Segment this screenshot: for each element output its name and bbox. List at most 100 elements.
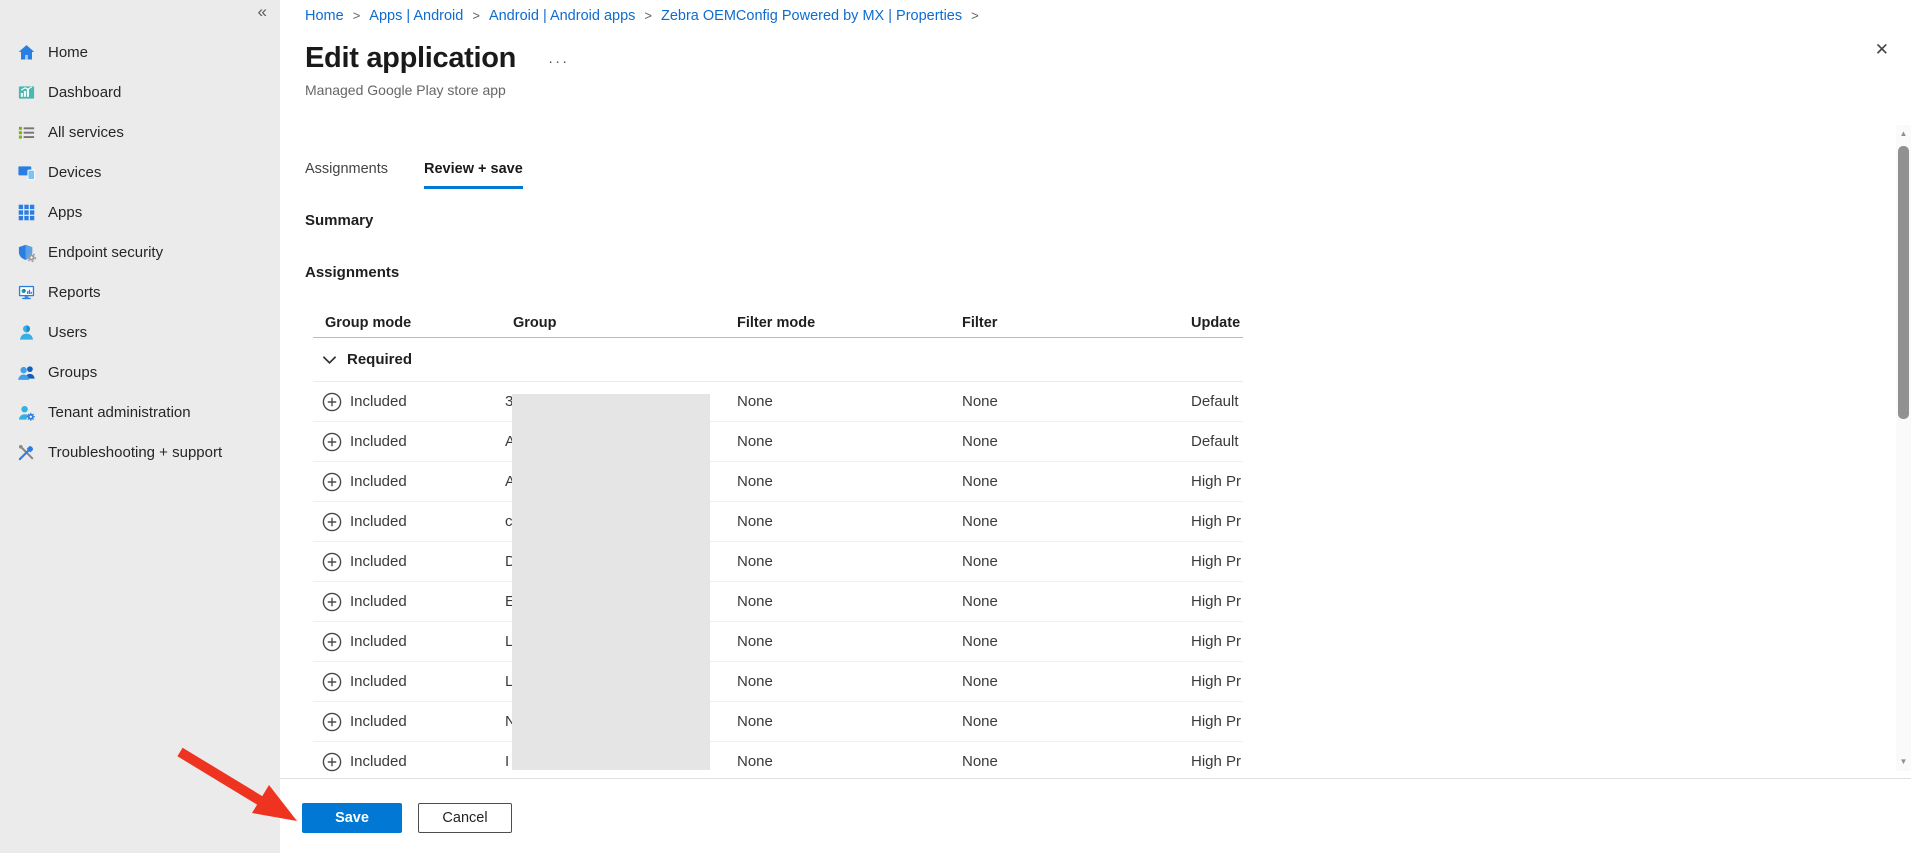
home-icon — [17, 43, 36, 62]
group-mode-value: Included — [350, 673, 407, 690]
table-row: IncludedANoneNoneDefault — [313, 422, 1243, 462]
update-cell: High Pr — [1191, 753, 1243, 770]
group-mode-cell: Included — [313, 472, 513, 492]
plus-circle-icon[interactable] — [322, 392, 342, 412]
group-mode-cell: Included — [313, 512, 513, 532]
sidebar-item-endpoint-security[interactable]: Endpoint security — [0, 232, 280, 272]
update-cell: Default — [1191, 393, 1243, 410]
sidebar-item-dashboard[interactable]: Dashboard — [0, 72, 280, 112]
sidebar-item-label: Troubleshooting + support — [48, 444, 222, 461]
scroll-down-icon[interactable]: ▼ — [1896, 755, 1911, 769]
plus-circle-icon[interactable] — [322, 592, 342, 612]
breadcrumb-link-zebra-oemconfig-powered-by-mx-properties[interactable]: Zebra OEMConfig Powered by MX | Properti… — [661, 8, 962, 24]
groups-icon — [17, 363, 36, 382]
group-mode-value: Included — [350, 513, 407, 530]
tab-assignments[interactable]: Assignments — [305, 161, 388, 186]
group-mode-cell: Included — [313, 552, 513, 572]
group-section-row-required[interactable]: Required — [313, 338, 1243, 382]
plus-circle-icon[interactable] — [322, 432, 342, 452]
sidebar-item-devices[interactable]: Devices — [0, 152, 280, 192]
sidebar-item-label: Dashboard — [48, 84, 121, 101]
scrollbar-thumb[interactable] — [1898, 146, 1909, 419]
sidebar-item-reports[interactable]: Reports — [0, 272, 280, 312]
cancel-button[interactable]: Cancel — [418, 803, 512, 833]
sidebar-item-home[interactable]: Home — [0, 32, 280, 72]
table-body: Included3NoneNoneDefaultIncludedANoneNon… — [313, 382, 1243, 778]
devices-icon — [17, 163, 36, 182]
breadcrumb-link-apps-android[interactable]: Apps | Android — [369, 8, 463, 24]
sidebar-item-label: Devices — [48, 164, 101, 181]
update-cell: High Pr — [1191, 513, 1243, 530]
sidebar-item-label: Endpoint security — [48, 244, 163, 261]
sidebar-item-users[interactable]: Users — [0, 312, 280, 352]
filter-cell: None — [962, 553, 1191, 570]
filter-cell: None — [962, 633, 1191, 650]
sidebar-item-label: Apps — [48, 204, 82, 221]
filter-mode-cell: None — [737, 553, 962, 570]
group-mode-cell: Included — [313, 392, 513, 412]
update-cell: High Pr — [1191, 473, 1243, 490]
filter-mode-cell: None — [737, 673, 962, 690]
close-icon[interactable]: ✕ — [1875, 40, 1889, 60]
plus-circle-icon[interactable] — [322, 712, 342, 732]
tab-review-save[interactable]: Review + save — [424, 161, 523, 189]
sidebar-item-troubleshooting-support[interactable]: Troubleshooting + support — [0, 432, 280, 472]
table-row: IncludedNNoneNoneHigh Pr — [313, 702, 1243, 742]
update-cell: High Pr — [1191, 593, 1243, 610]
tab-bar: Assignments Review + save — [305, 160, 559, 194]
filter-cell: None — [962, 593, 1191, 610]
sidebar-item-tenant-administration[interactable]: Tenant administration — [0, 392, 280, 432]
breadcrumb-separator: > — [472, 8, 480, 23]
plus-circle-icon[interactable] — [322, 672, 342, 692]
scroll-up-icon[interactable]: ▲ — [1896, 127, 1911, 141]
breadcrumb-link-home[interactable]: Home — [305, 8, 344, 24]
breadcrumb-separator: > — [644, 8, 652, 23]
sidebar-collapse-icon[interactable]: « — [258, 2, 267, 22]
filter-cell: None — [962, 673, 1191, 690]
filter-cell: None — [962, 473, 1191, 490]
table-row: IncludedLNoneNoneHigh Pr — [313, 662, 1243, 702]
sidebar-item-label: Groups — [48, 364, 97, 381]
reports-icon — [17, 283, 36, 302]
filter-mode-cell: None — [737, 473, 962, 490]
group-mode-cell: Included — [313, 632, 513, 652]
col-header-group-mode: Group mode — [313, 315, 513, 331]
group-mode-value: Included — [350, 433, 407, 450]
breadcrumb-link-android-android-apps[interactable]: Android | Android apps — [489, 8, 635, 24]
group-mode-cell: Included — [313, 592, 513, 612]
assignments-table: Group mode Group Filter mode Filter Upda… — [313, 308, 1243, 778]
redaction-overlay — [512, 394, 710, 770]
breadcrumb-separator: > — [353, 8, 361, 23]
filter-cell: None — [962, 753, 1191, 770]
chevron-down-icon[interactable] — [322, 355, 337, 365]
dashboard-icon — [17, 83, 36, 102]
filter-cell: None — [962, 393, 1191, 410]
page-subtitle: Managed Google Play store app — [305, 82, 506, 98]
filter-cell: None — [962, 513, 1191, 530]
filter-mode-cell: None — [737, 753, 962, 770]
col-header-group: Group — [513, 315, 737, 331]
tenant-administration-icon — [17, 403, 36, 422]
table-header-row: Group mode Group Filter mode Filter Upda… — [313, 308, 1243, 338]
plus-circle-icon[interactable] — [322, 752, 342, 772]
table-row: IncludedINoneNoneHigh Pr — [313, 742, 1243, 778]
sidebar-item-apps[interactable]: Apps — [0, 192, 280, 232]
save-button[interactable]: Save — [302, 803, 402, 833]
table-row: IncludedANoneNoneHigh Pr — [313, 462, 1243, 502]
plus-circle-icon[interactable] — [322, 472, 342, 492]
filter-mode-cell: None — [737, 513, 962, 530]
overflow-menu-icon[interactable]: ··· — [548, 53, 569, 70]
update-cell: High Pr — [1191, 673, 1243, 690]
page-title: Edit application — [305, 42, 516, 75]
col-header-filter: Filter — [962, 315, 1191, 331]
sidebar-item-label: Reports — [48, 284, 101, 301]
plus-circle-icon[interactable] — [322, 512, 342, 532]
breadcrumb-separator: > — [971, 8, 979, 23]
sidebar-item-groups[interactable]: Groups — [0, 352, 280, 392]
scrollbar[interactable]: ▲ ▼ — [1896, 125, 1911, 771]
sidebar-nav: Home Dashboard All services Devices Apps Endp… — [0, 32, 280, 472]
plus-circle-icon[interactable] — [322, 552, 342, 572]
sidebar-item-label: Users — [48, 324, 87, 341]
plus-circle-icon[interactable] — [322, 632, 342, 652]
sidebar-item-all-services[interactable]: All services — [0, 112, 280, 152]
